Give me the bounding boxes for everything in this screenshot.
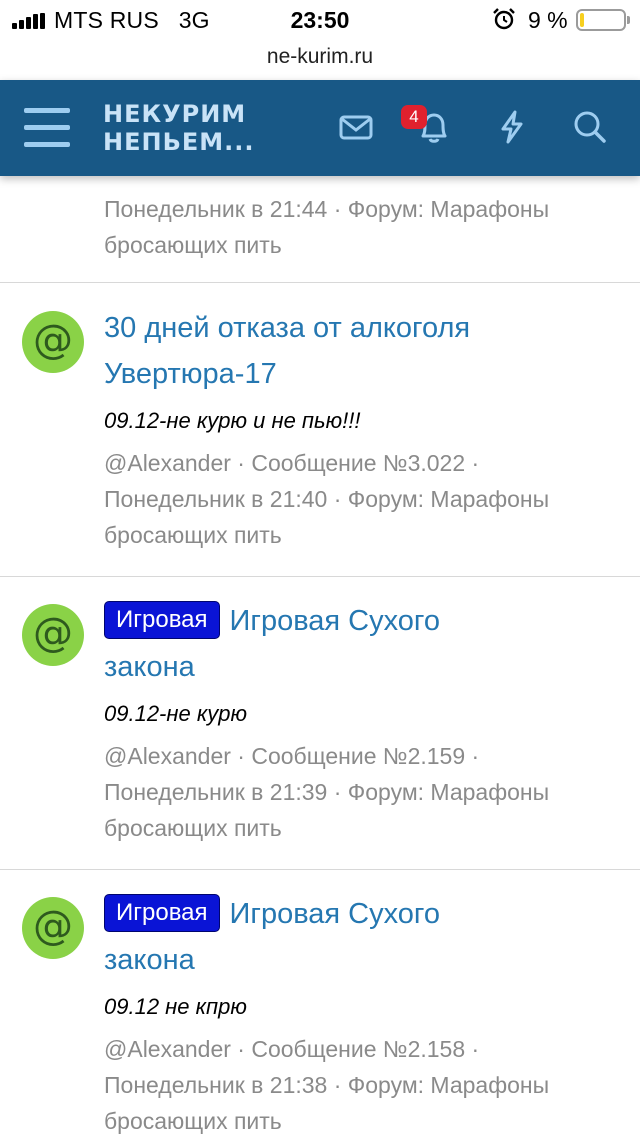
thread-title-link[interactable]: 30 дней отказа от алкоголя Увертюра-17 [104,305,624,397]
meta-line: бросающих пить [104,1108,282,1134]
battery-icon [576,9,630,31]
post-snippet: 09.12-не курю и не пью!!! [104,408,361,433]
meta-line: Понедельник в 21:44 · Форум: Марафоны [104,196,550,222]
notification-badge[interactable]: 4 [401,105,427,129]
search-icon[interactable] [570,107,610,147]
thread-title-link[interactable]: Игровая Игровая Сухого закона [104,891,624,983]
thread-prefix-badge[interactable]: Игровая [104,601,220,639]
site-header: НЕКУРИМ НЕПЬЕМ... [0,80,640,176]
thread-title-link[interactable]: Игровая Игровая Сухого закона [104,598,624,690]
title-line[interactable]: Увертюра-17 [104,351,624,397]
avatar[interactable]: @ [22,897,84,959]
title-line[interactable]: Игровая Игровая Сухого [104,891,624,937]
title-text[interactable]: Игровая Сухого [230,605,440,637]
title-text[interactable]: Игровая Сухого [230,898,440,930]
battery-percent: 9 % [528,7,568,33]
divider [0,869,640,870]
post-meta: @Alexander · Сообщение №3.022 · Понедель… [104,445,634,553]
avatar[interactable]: @ [22,604,84,666]
post-snippet: 09.12 не кпрю [104,994,247,1019]
meta-line: Понедельник в 21:40 · Форум: Марафоны [104,486,550,512]
meta-line: @Alexander · Сообщение №3.022 · [104,450,480,476]
meta-line: @Alexander · Сообщение №2.158 · [104,1036,480,1062]
divider [0,282,640,283]
post-meta: @Alexander · Сообщение №2.159 · Понедель… [104,738,634,846]
meta-line: Понедельник в 21:39 · Форум: Марафоны [104,779,550,805]
meta-line: бросающих пить [104,232,282,258]
divider [0,576,640,577]
title-line[interactable]: 30 дней отказа от алкоголя [104,305,624,351]
mail-icon[interactable] [336,107,376,147]
meta-line: бросающих пить [104,815,282,841]
meta-line: Понедельник в 21:38 · Форум: Марафоны [104,1072,550,1098]
title-line[interactable]: закона [104,937,624,983]
thread-prefix-badge[interactable]: Игровая [104,894,220,932]
title-line[interactable]: Игровая Игровая Сухого [104,598,624,644]
avatar[interactable]: @ [22,311,84,373]
logo-line[interactable]: НЕПЬЕМ... [103,128,255,156]
menu-icon[interactable] [24,108,70,148]
meta-line: @Alexander · Сообщение №2.159 · [104,743,480,769]
post-snippet: 09.12-не курю [104,701,247,726]
battery-fill [580,13,584,27]
post-meta: @Alexander · Сообщение №2.158 · Понедель… [104,1031,634,1136]
status-bar: MTS RUS 3G 23:50 9 % [0,0,640,40]
previous-item-meta: Понедельник в 21:44 · Форум: Марафоны бр… [104,191,634,263]
logo-line[interactable]: НЕКУРИМ [103,100,255,128]
alarm-icon [493,8,515,30]
url-bar[interactable]: ne-kurim.ru [0,40,640,80]
meta-line: бросающих пить [104,522,282,548]
site-logo[interactable]: НЕКУРИМ НЕПЬЕМ... [103,100,255,156]
title-line[interactable]: закона [104,644,624,690]
lightning-icon[interactable] [492,107,532,147]
